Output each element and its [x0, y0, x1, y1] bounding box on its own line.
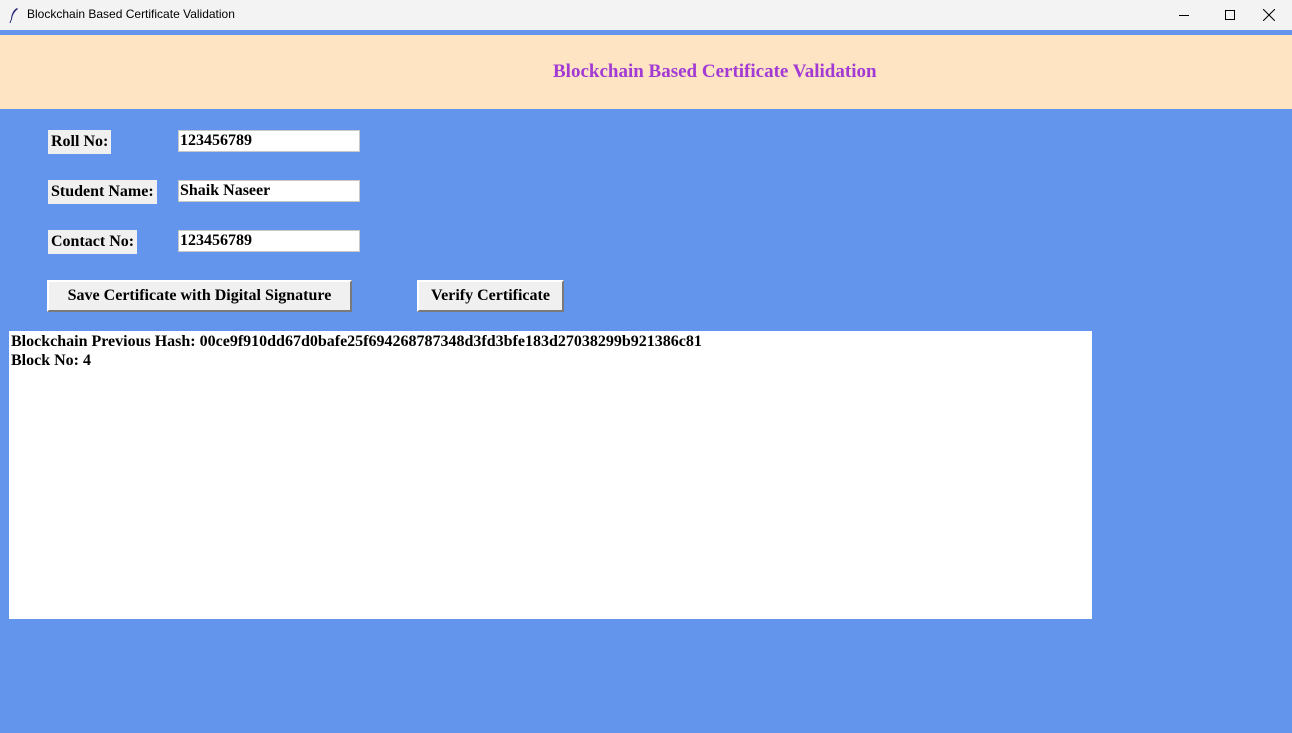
output-line-block: Block No: 4 — [11, 352, 91, 369]
page-heading: Blockchain Based Certificate Validation — [553, 61, 877, 82]
student-name-label: Student Name: — [48, 180, 157, 204]
contact-no-label: Contact No: — [48, 230, 138, 254]
header-banner: Blockchain Based Certificate Validation — [0, 35, 1292, 109]
output-text-area[interactable]: Blockchain Previous Hash: 00ce9f910dd67d… — [9, 331, 1092, 619]
verify-certificate-button[interactable]: Verify Certificate — [417, 280, 564, 312]
window-title: Blockchain Based Certificate Validation — [27, 7, 235, 21]
save-certificate-button[interactable]: Save Certificate with Digital Signature — [47, 280, 352, 312]
roll-no-input[interactable] — [178, 130, 360, 152]
title-bar: Blockchain Based Certificate Validation — [0, 0, 1292, 30]
minimize-icon — [1179, 10, 1189, 20]
output-line-hash: Blockchain Previous Hash: 00ce9f910dd67d… — [11, 333, 702, 350]
student-name-input[interactable] — [178, 180, 360, 202]
maximize-icon — [1225, 10, 1235, 20]
feather-icon — [8, 7, 20, 24]
close-button[interactable] — [1246, 0, 1292, 30]
close-icon — [1263, 9, 1275, 21]
minimize-button[interactable] — [1161, 0, 1207, 30]
contact-no-input[interactable] — [178, 230, 360, 252]
roll-no-label: Roll No: — [48, 130, 112, 154]
